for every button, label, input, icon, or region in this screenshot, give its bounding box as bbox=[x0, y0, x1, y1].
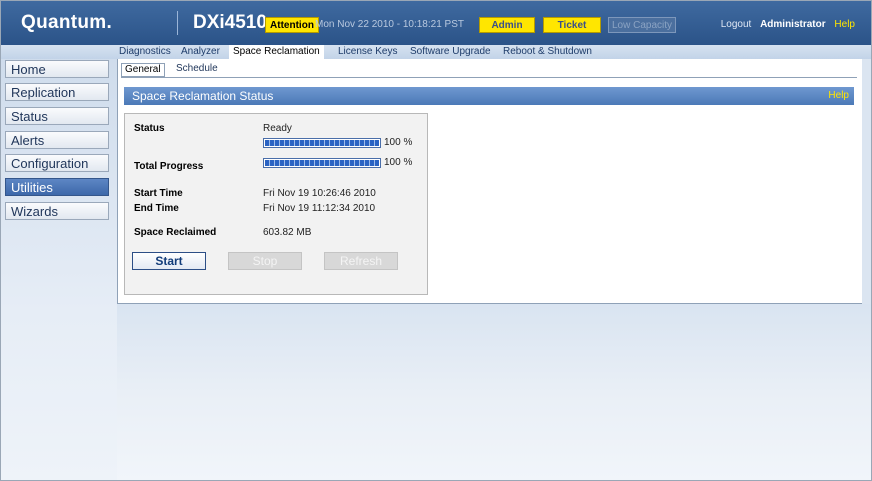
stage-progress-fill bbox=[265, 140, 379, 146]
end-time-value: Fri Nov 19 11:12:34 2010 bbox=[263, 203, 376, 214]
stage-progress-bar bbox=[263, 138, 381, 148]
header-bar: Quantum. DXi4510 Attention Mon Nov 22 20… bbox=[1, 1, 871, 45]
content-right-background bbox=[862, 59, 871, 304]
main-content: General Schedule Space Reclamation Statu… bbox=[117, 59, 863, 304]
tab-reboot-shutdown[interactable]: Reboot & Shutdown bbox=[503, 45, 592, 59]
header-divider bbox=[177, 11, 178, 35]
start-button[interactable]: Start bbox=[132, 252, 206, 270]
sidebar-item-alerts[interactable]: Alerts bbox=[5, 131, 109, 149]
total-progress-fill bbox=[265, 160, 379, 166]
sidebar-item-wizards[interactable]: Wizards bbox=[5, 202, 109, 220]
total-progress-label: Total Progress bbox=[134, 161, 204, 172]
panel-help-link[interactable]: Help bbox=[828, 87, 849, 105]
current-user: Administrator bbox=[760, 19, 826, 30]
tab-analyzer[interactable]: Analyzer bbox=[181, 45, 220, 59]
low-capacity-badge: Low Capacity bbox=[608, 17, 676, 33]
panel-title-text: Space Reclamation Status bbox=[132, 89, 274, 103]
tab-software-upgrade[interactable]: Software Upgrade bbox=[410, 45, 491, 59]
sidebar-item-home[interactable]: Home bbox=[5, 60, 109, 78]
sidebar-item-status[interactable]: Status bbox=[5, 107, 109, 125]
sidebar-item-utilities[interactable]: Utilities bbox=[5, 178, 109, 196]
total-progress-percent: 100 % bbox=[384, 157, 413, 168]
start-time-value: Fri Nov 19 10:26:46 2010 bbox=[263, 188, 376, 199]
refresh-button[interactable]: Refresh bbox=[324, 252, 398, 270]
content-lower-background bbox=[117, 304, 871, 480]
stage-progress-percent: 100 % bbox=[384, 137, 413, 148]
app-frame: Quantum. DXi4510 Attention Mon Nov 22 20… bbox=[0, 0, 872, 481]
subtab-divider bbox=[121, 77, 857, 78]
end-time-label: End Time bbox=[134, 203, 179, 214]
status-box: Status Ready 100 % Total Progress 100 % … bbox=[124, 113, 428, 295]
status-label: Status bbox=[134, 123, 165, 134]
subtab-general[interactable]: General bbox=[121, 63, 165, 77]
subtab-schedule[interactable]: Schedule bbox=[173, 63, 221, 77]
start-time-label: Start Time bbox=[134, 188, 183, 199]
space-reclaimed-value: 603.82 MB bbox=[263, 227, 312, 238]
tab-license-keys[interactable]: License Keys bbox=[338, 45, 397, 59]
admin-button[interactable]: Admin bbox=[479, 17, 535, 33]
logout-link[interactable]: Logout bbox=[721, 19, 752, 30]
system-datetime: Mon Nov 22 2010 - 10:18:21 PST bbox=[315, 19, 464, 30]
stop-button[interactable]: Stop bbox=[228, 252, 302, 270]
status-value: Ready bbox=[263, 123, 292, 134]
utilities-tab-bar: Diagnostics Analyzer Space Reclamation L… bbox=[1, 45, 871, 59]
header-help-link[interactable]: Help bbox=[834, 19, 855, 30]
tab-space-reclamation[interactable]: Space Reclamation bbox=[229, 45, 324, 59]
product-name: DXi4510 bbox=[193, 12, 267, 33]
sidebar: Home Replication Status Alerts Configura… bbox=[1, 59, 117, 480]
attention-button[interactable]: Attention bbox=[265, 17, 319, 33]
sidebar-item-replication[interactable]: Replication bbox=[5, 83, 109, 101]
tab-diagnostics[interactable]: Diagnostics bbox=[119, 45, 171, 59]
sidebar-item-configuration[interactable]: Configuration bbox=[5, 154, 109, 172]
space-reclaimed-label: Space Reclaimed bbox=[134, 227, 217, 238]
ticket-button[interactable]: Ticket bbox=[543, 17, 601, 33]
total-progress-bar bbox=[263, 158, 381, 168]
panel-title: Space Reclamation Status Help bbox=[124, 87, 854, 105]
header-right-links: Logout Administrator Help bbox=[721, 19, 855, 30]
quantum-logo: Quantum. bbox=[21, 12, 113, 33]
